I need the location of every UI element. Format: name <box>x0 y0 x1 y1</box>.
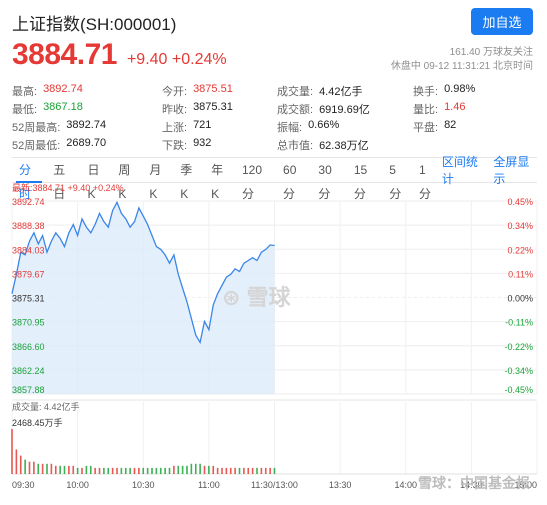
volume-bar <box>234 467 236 474</box>
volume-bar <box>54 465 57 474</box>
volume-bar <box>216 467 219 474</box>
volume-bar <box>37 463 40 474</box>
y-tick-right: -0.45% <box>504 385 533 395</box>
volume-bar <box>28 461 31 474</box>
volume-bar <box>76 467 79 474</box>
x-tick: 10:00 <box>66 480 89 490</box>
watermark-logo: ⊛ 雪球 <box>222 285 292 310</box>
chart-svg: 最新:3884.71 +9.40 +0.24% ⊛ 雪球 3892.74 3888.3… <box>11 182 538 491</box>
y-tick-left: 3879.67 <box>12 269 45 279</box>
volume-bar <box>212 465 215 474</box>
volume-bar <box>94 467 96 474</box>
volume-bar <box>146 467 149 474</box>
volume-bar <box>273 467 276 474</box>
y-tick-left: 3884.03 <box>12 245 45 255</box>
volume-bar <box>138 467 140 474</box>
y-tick-right: 0.00% <box>507 294 533 304</box>
volume-bar <box>72 465 75 474</box>
volume-bar <box>243 467 245 474</box>
volume-bar <box>168 467 171 474</box>
volume-bar <box>50 463 53 474</box>
volume-bar <box>203 465 206 474</box>
volume-bar <box>59 465 61 474</box>
volume-bar <box>81 467 83 474</box>
volume-bar <box>251 467 254 474</box>
volume-bar <box>133 467 136 474</box>
y-tick-left: 3892.74 <box>12 197 45 207</box>
volume-bar <box>177 465 180 474</box>
x-tick: 14:00 <box>394 480 417 490</box>
volume-bar <box>221 467 223 474</box>
y-tick-right: -0.34% <box>504 366 533 376</box>
y-tick-right: 0.45% <box>507 197 533 207</box>
y-tick-right: 0.22% <box>507 245 533 255</box>
x-tick: 10:30 <box>132 480 155 490</box>
volume-bar <box>68 465 70 474</box>
volume-bar <box>11 429 13 474</box>
volume-bar <box>124 467 127 474</box>
volume-bar <box>264 467 267 474</box>
y-tick-left: 3888.38 <box>12 221 45 231</box>
volume-bar <box>107 467 110 474</box>
volume-bar <box>15 449 18 474</box>
volume-bar <box>256 467 258 474</box>
volume-bar <box>155 467 158 474</box>
volume-bar <box>260 467 263 474</box>
volume-bar <box>194 463 197 474</box>
volume-bar <box>238 467 241 474</box>
intraday-chart: 最新:3884.71 +9.40 +0.24% ⊛ 雪球 3892.74 3888.3… <box>0 0 547 500</box>
volume-bar <box>129 467 131 474</box>
volume-bar <box>85 465 88 474</box>
y-tick-right: -0.22% <box>504 342 533 352</box>
volume-bar <box>151 467 153 474</box>
x-tick: 13:30 <box>329 480 352 490</box>
y-tick-left: 3870.95 <box>12 318 45 328</box>
volume-bar <box>41 463 44 474</box>
volume-bar <box>103 467 105 474</box>
y-tick-left: 3866.60 <box>12 342 45 352</box>
volume-bar <box>24 459 26 474</box>
x-tick: 11:00 <box>198 480 220 490</box>
volume-bar <box>98 467 101 474</box>
volume-bar <box>247 467 250 474</box>
y-tick-left: 3862.24 <box>12 366 45 376</box>
volume-bar <box>181 465 184 474</box>
volume-bar <box>89 465 92 474</box>
volume-bar <box>164 467 166 474</box>
volume-bar <box>63 465 66 474</box>
volume-bar <box>142 467 145 474</box>
volume-bar <box>269 467 271 474</box>
volume-bar <box>33 461 35 474</box>
volume-bar <box>46 463 48 474</box>
volume-label: 成交量: 4.42亿手 <box>12 401 80 412</box>
volume-bar <box>19 455 22 474</box>
y-tick-right: 0.11% <box>508 269 533 279</box>
x-tick: 09:30 <box>12 480 35 490</box>
volume-bar <box>173 465 175 474</box>
y-tick-left: 3857.88 <box>12 385 45 395</box>
volume-bar <box>229 467 232 474</box>
volume-bar <box>159 467 162 474</box>
chart-latest-label: 最新:3884.71 +9.40 +0.24% <box>12 182 124 193</box>
footer-watermark: 雪球：中国基金报 <box>418 475 530 491</box>
volume-bar <box>208 465 210 474</box>
y-tick-right: 0.34% <box>507 221 533 231</box>
volume-bar <box>120 467 123 474</box>
volume-bar <box>190 463 193 474</box>
volume-axis-max: 2468.45万手 <box>12 417 63 428</box>
volume-bar <box>116 467 118 474</box>
y-tick-left: 3875.31 <box>12 294 45 304</box>
x-tick: 11:30/13:00 <box>251 480 298 490</box>
volume-bar <box>199 463 201 474</box>
y-tick-right: -0.11% <box>505 318 533 328</box>
volume-bar <box>186 465 188 474</box>
volume-bar <box>225 467 228 474</box>
volume-bar <box>111 467 114 474</box>
